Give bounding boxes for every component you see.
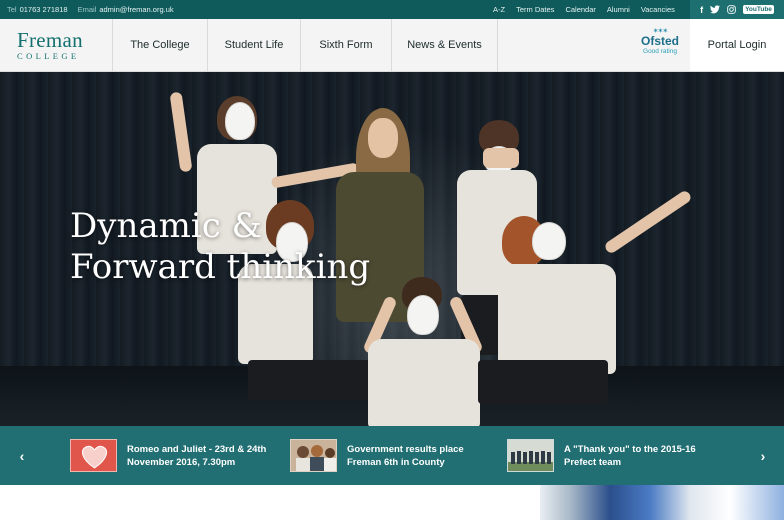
freman-college-logo[interactable]: Freman COLLEGE xyxy=(17,30,97,62)
email-label: Email xyxy=(77,5,97,14)
main-navigation: Freman COLLEGE The College Student Life … xyxy=(0,19,784,72)
performer-kneeling-center xyxy=(360,277,490,426)
facebook-icon[interactable]: f xyxy=(700,5,703,15)
twitter-icon[interactable] xyxy=(710,5,721,14)
link-term-dates[interactable]: Term Dates xyxy=(516,5,554,14)
nav-item-sixth-form[interactable]: Sixth Form xyxy=(300,19,391,71)
link-vacancies[interactable]: Vacancies xyxy=(641,5,675,14)
news-item-romeo-juliet[interactable]: Romeo and Juliet - 23rd & 24th November … xyxy=(70,439,267,472)
link-calendar[interactable]: Calendar xyxy=(565,5,595,14)
hero-headline: Dynamic & Forward thinking xyxy=(70,206,370,288)
phone-number: 01763 271818 xyxy=(19,5,68,14)
news-item-prefect-thanks[interactable]: A "Thank you" to the 2015-16 Prefect tea… xyxy=(507,439,704,472)
phone-label: Tel xyxy=(7,5,17,14)
phone-contact[interactable]: Tel 01763 271818 xyxy=(7,5,68,14)
performer-pointing-right xyxy=(478,180,708,410)
news-item-title: A "Thank you" to the 2015-16 Prefect tea… xyxy=(564,443,696,468)
carousel-next-arrow-icon[interactable]: › xyxy=(748,426,778,485)
ofsted-badge: ✶✶✶ Ofsted Good rating xyxy=(638,28,682,62)
ofsted-rating: Good rating xyxy=(643,48,677,55)
instagram-icon[interactable] xyxy=(727,5,736,14)
social-links: f YouTube xyxy=(690,0,784,19)
news-item-title: Government results place Freman 6th in C… xyxy=(347,443,464,468)
nav-item-student-life[interactable]: Student Life xyxy=(207,19,300,71)
logo-subtitle: COLLEGE xyxy=(17,51,80,61)
nav-item-news-events[interactable]: News & Events xyxy=(391,19,498,71)
news-item-title: Romeo and Juliet - 23rd & 24th November … xyxy=(127,443,267,468)
link-a-z[interactable]: A-Z xyxy=(493,5,505,14)
email-contact[interactable]: Email admin@freman.org.uk xyxy=(78,5,174,14)
below-fold-section xyxy=(0,485,784,520)
utility-bar: Tel 01763 271818 Email admin@freman.org.uk… xyxy=(0,0,784,19)
students-thumbnail xyxy=(290,439,337,472)
ofsted-name: Ofsted xyxy=(640,34,679,48)
hero-headline-line1: Dynamic & xyxy=(70,206,262,246)
contact-info: Tel 01763 271818 Email admin@freman.org.uk xyxy=(0,5,174,14)
logo-wordmark: Freman xyxy=(17,28,83,52)
heart-thumbnail xyxy=(70,439,117,472)
group-photo-thumbnail xyxy=(507,439,554,472)
below-fold-image xyxy=(540,485,784,520)
nav-item-the-college[interactable]: The College xyxy=(112,19,207,71)
nav-menu: The College Student Life Sixth Form News… xyxy=(112,19,498,71)
email-address: admin@freman.org.uk xyxy=(99,5,174,14)
utility-links: A-Z Term Dates Calendar Alumni Vacancies xyxy=(493,5,675,14)
portal-login-button[interactable]: Portal Login xyxy=(690,19,784,71)
news-item-government-results[interactable]: Government results place Freman 6th in C… xyxy=(290,439,487,472)
carousel-prev-arrow-icon[interactable]: ‹ xyxy=(7,426,37,485)
hero-banner: Dynamic & Forward thinking xyxy=(0,72,784,426)
hero-headline-line2: Forward thinking xyxy=(70,247,371,287)
news-carousel: ‹ Romeo and Juliet - 23rd & 24th Novembe… xyxy=(0,426,784,485)
youtube-icon[interactable]: YouTube xyxy=(743,5,774,14)
link-alumni[interactable]: Alumni xyxy=(607,5,630,14)
